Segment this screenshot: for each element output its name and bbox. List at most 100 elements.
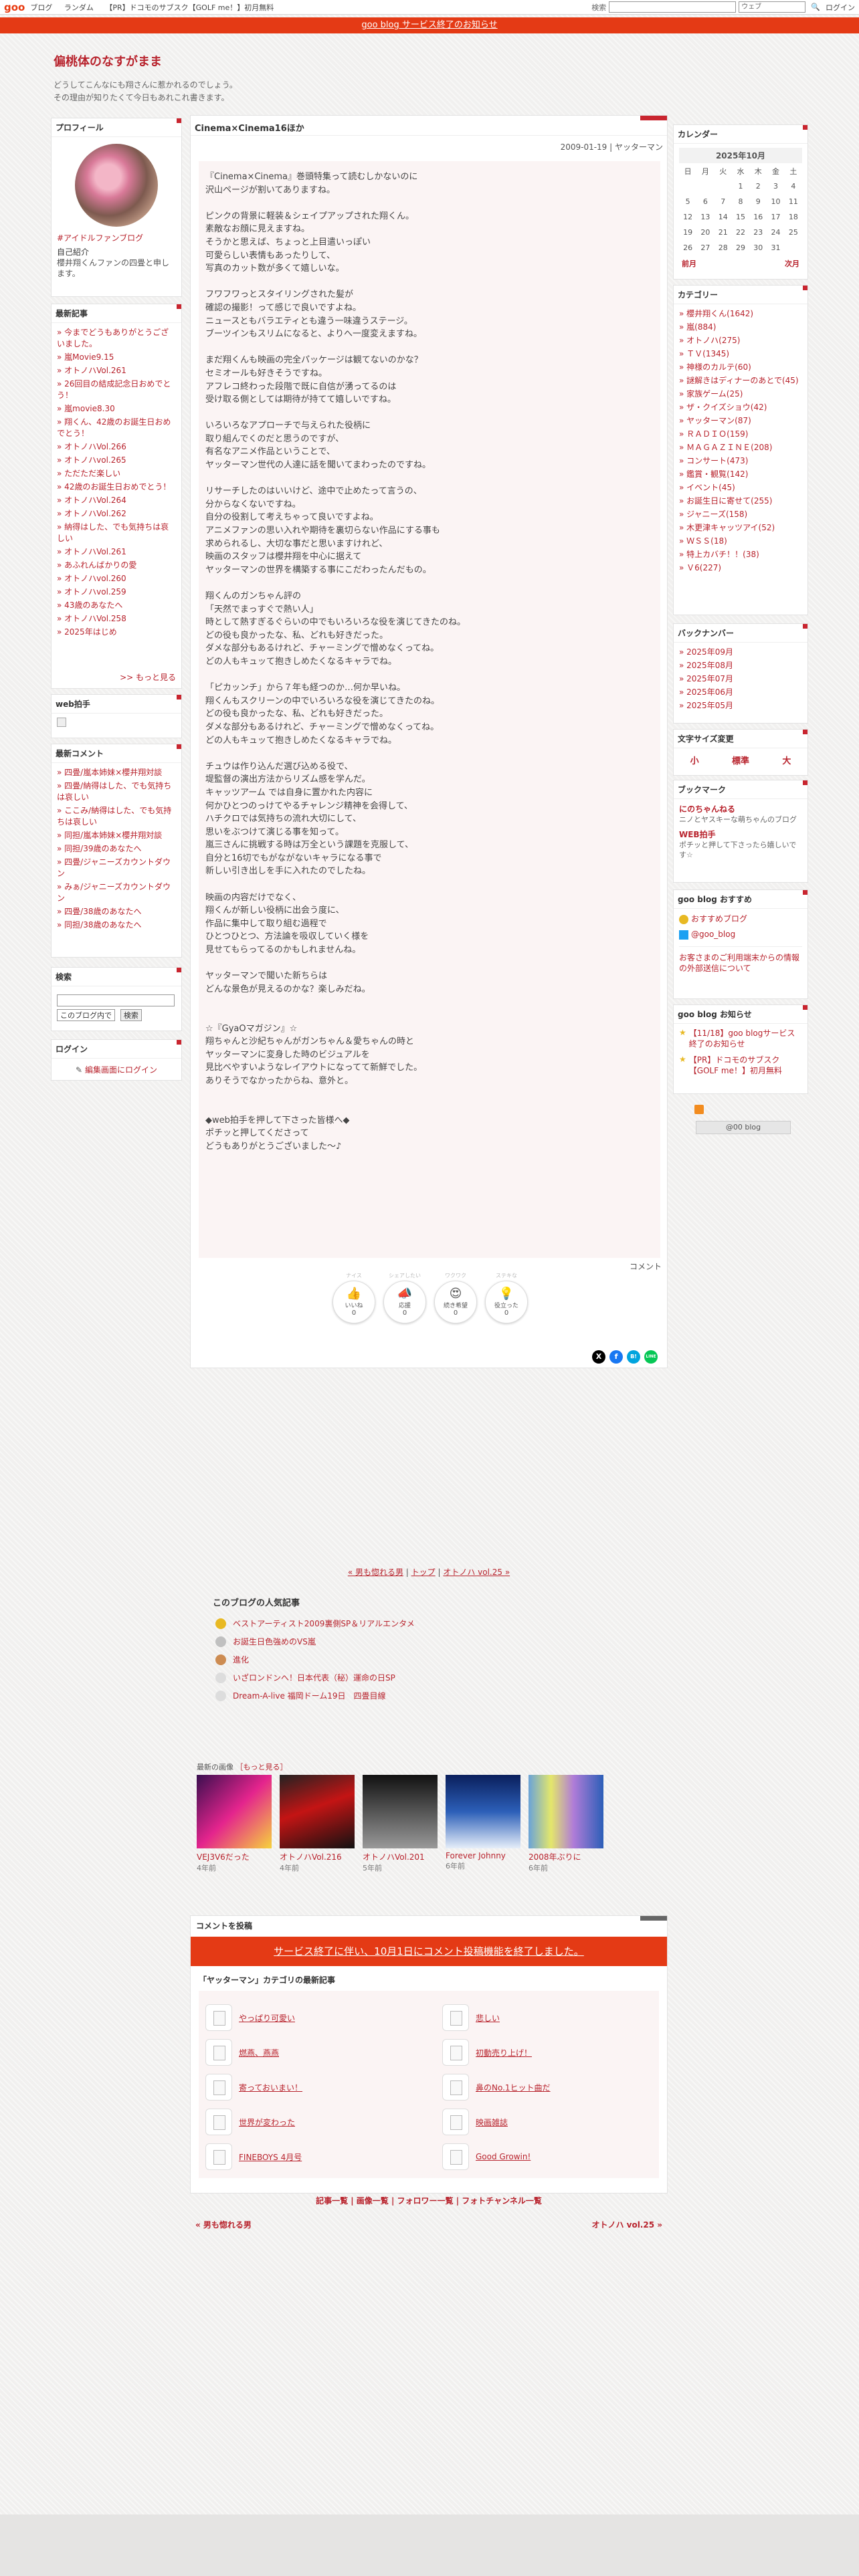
list-item[interactable]: オトノハvol.259 bbox=[57, 586, 176, 598]
list-item[interactable]: あふれんばかりの愛 bbox=[57, 560, 176, 571]
pager-next-link[interactable]: オトノハ vol.25 » bbox=[443, 1568, 510, 1577]
pager-top-link[interactable]: トップ bbox=[411, 1568, 436, 1577]
list-item[interactable]: 家族ゲーム(25) bbox=[679, 389, 802, 400]
comment-link[interactable]: コメント bbox=[630, 1261, 662, 1272]
font-size-small-button[interactable]: 小 bbox=[690, 754, 699, 766]
image-caption[interactable]: オトノハVol.201 bbox=[363, 1851, 438, 1862]
thumbnail-image[interactable] bbox=[529, 1775, 603, 1848]
calendar-next-link[interactable]: 次月 bbox=[785, 258, 799, 269]
line-share-icon[interactable]: LINE bbox=[644, 1350, 658, 1364]
list-item[interactable]: イベント(45) bbox=[679, 482, 802, 494]
list-item[interactable]: 悲しい bbox=[442, 2000, 652, 2035]
list-item[interactable]: 初動売り上げ！ bbox=[442, 2035, 652, 2070]
top-search-scope-select[interactable]: ウェブ bbox=[739, 1, 806, 13]
list-item[interactable]: Good Growin! bbox=[442, 2139, 652, 2174]
category-article-link[interactable]: 世界が変わった bbox=[239, 2117, 295, 2128]
list-item[interactable]: 進化 bbox=[198, 1654, 666, 1665]
image-caption[interactable]: オトノハVol.216 bbox=[280, 1851, 355, 1862]
category-article-link[interactable]: Good Growin! bbox=[476, 2152, 531, 2161]
service-end-notice[interactable]: goo blog サービス終了のお知らせ bbox=[0, 17, 859, 33]
top-link-random[interactable]: ランダム bbox=[64, 3, 94, 12]
x-share-icon[interactable]: X bbox=[592, 1350, 605, 1364]
notice-link[interactable]: 【PR】ドコモのサブスク【GOLF me！】初月無料 bbox=[689, 1055, 802, 1076]
list-item[interactable]: 鑑賞・観覧(142) bbox=[679, 469, 802, 480]
list-item[interactable]: ＴＶ(1345) bbox=[679, 348, 802, 360]
list-item[interactable]: Dream-A-live 福岡ドーム19日 四畳目線 bbox=[198, 1690, 666, 1701]
list-item[interactable]: 四畳/嵐本姉妹×櫻井翔対談 bbox=[57, 767, 176, 778]
image-card[interactable]: Forever Johnny 6年前 bbox=[446, 1775, 520, 1873]
category-article-link[interactable]: 映画雑誌 bbox=[476, 2117, 508, 2128]
list-item[interactable]: コンサート(473) bbox=[679, 455, 802, 467]
footer-next-link[interactable]: オトノハ vol.25 » bbox=[591, 2219, 662, 2230]
comment-closed-notice[interactable]: サービス終了に伴い、10月1日にコメント投稿機能を終了しました。 bbox=[191, 1937, 667, 1966]
list-item[interactable]: ザ・クイズショウ(42) bbox=[679, 402, 802, 413]
list-item[interactable]: Ｖ6(227) bbox=[679, 562, 802, 574]
list-item[interactable]: 特上カバチ！！(38) bbox=[679, 549, 802, 560]
list-item[interactable]: やっぱり可愛い bbox=[205, 2000, 415, 2035]
popular-link[interactable]: お誕生日色強めのVS嵐 bbox=[233, 1636, 316, 1647]
list-item[interactable]: ＭＡＧＡＺＩＮＥ(208) bbox=[679, 442, 802, 453]
list-item[interactable]: 寄っておいまい！ bbox=[205, 2070, 415, 2105]
recommend-blog-link[interactable]: おすすめブログ bbox=[691, 914, 747, 924]
list-item[interactable]: オトノハVol.261 bbox=[57, 546, 176, 558]
list-item[interactable]: お誕生日色強めのVS嵐 bbox=[198, 1636, 666, 1647]
popular-link[interactable]: いざロンドンへ！日本代表（秘）運命の日SP bbox=[233, 1672, 395, 1683]
list-item[interactable]: 2025年07月 bbox=[679, 673, 802, 685]
list-item[interactable]: 四畳/38歳のあなたへ bbox=[57, 906, 176, 918]
reaction-like-button[interactable]: ナイス 👍 いいね 0 bbox=[332, 1273, 375, 1323]
pager-prev-link[interactable]: « 男も惚れる男 bbox=[348, 1568, 403, 1577]
list-item[interactable]: FINEBOYS 4月号 bbox=[205, 2139, 415, 2174]
list-item[interactable]: ＷＳＳ(18) bbox=[679, 536, 802, 547]
reaction-more-button[interactable]: ワクワク 😍 続き希望 0 bbox=[434, 1273, 477, 1323]
article-meta[interactable]: 2009-01-19 | ヤッターマン bbox=[561, 141, 663, 152]
list-item[interactable]: 翔くん、42歳のお誕生日おめでとう！ bbox=[57, 417, 176, 439]
list-item[interactable]: 同担/嵐本姉妹×櫻井翔対談 bbox=[57, 830, 176, 841]
recent-posts-more[interactable]: >> もっと見る bbox=[120, 671, 176, 683]
list-item[interactable]: 映画雑誌 bbox=[442, 2105, 652, 2139]
recent-images-more[interactable]: ［もっと見る］ bbox=[236, 1763, 288, 1772]
list-item[interactable]: オトノハvol.260 bbox=[57, 573, 176, 584]
list-item[interactable]: みぁ/ジャニーズカウントダウン bbox=[57, 881, 176, 904]
category-article-link[interactable]: 鼻のNo.1ヒット曲だ bbox=[476, 2082, 551, 2093]
category-article-link[interactable]: 寄っておいまい！ bbox=[239, 2082, 302, 2093]
list-item[interactable]: 神様のカルテ(60) bbox=[679, 362, 802, 373]
list-item[interactable]: ここみ/納得はした、でも気持ちは哀しい bbox=[57, 805, 176, 828]
popular-link[interactable]: ベストアーティスト2009裏側SP＆リアルエンタメ bbox=[233, 1618, 415, 1629]
image-card[interactable]: VEJ3V6だった 4年前 bbox=[197, 1775, 272, 1873]
list-item[interactable]: 嵐movie8.30 bbox=[57, 403, 176, 415]
goo-blog-badge[interactable]: @00 blog bbox=[696, 1121, 791, 1134]
thumbnail-image[interactable] bbox=[197, 1775, 272, 1848]
goo-logo[interactable]: goo bbox=[4, 1, 25, 13]
top-link-blog[interactable]: ブログ bbox=[30, 3, 52, 12]
list-item[interactable]: 四畳/納得はした、でも気持ちは哀しい bbox=[57, 780, 176, 803]
list-item[interactable]: オトノハVol.258 bbox=[57, 613, 176, 625]
image-card[interactable]: オトノハVol.201 5年前 bbox=[363, 1775, 438, 1873]
bookmark-link[interactable]: にのちゃんねる bbox=[679, 803, 802, 815]
category-article-link[interactable]: FINEBOYS 4月号 bbox=[239, 2151, 302, 2163]
image-caption[interactable]: VEJ3V6だった bbox=[197, 1851, 272, 1862]
list-item[interactable]: 納得はした、でも気持ちは哀しい bbox=[57, 522, 176, 544]
list-item[interactable]: 43歳のあなたへ bbox=[57, 600, 176, 611]
thumbnail-image[interactable] bbox=[446, 1775, 520, 1848]
list-item[interactable]: 謎解きはディナーのあとで(45) bbox=[679, 375, 802, 387]
list-item[interactable]: 2025年06月 bbox=[679, 687, 802, 698]
article-title[interactable]: Cinema×Cinema16ほか bbox=[191, 116, 667, 139]
list-item[interactable]: 嵐(884) bbox=[679, 322, 802, 333]
list-item[interactable]: 2025年はじめ bbox=[57, 627, 176, 638]
top-search-input[interactable] bbox=[609, 1, 737, 13]
list-item[interactable]: 42歳のお誕生日おめでとう！ bbox=[57, 481, 176, 493]
list-item[interactable]: 四畳/ジャニーズカウントダウン bbox=[57, 857, 176, 879]
blog-search-scope-select[interactable]: このブログ内で bbox=[57, 1009, 115, 1021]
list-item[interactable]: オトノハvol.265 bbox=[57, 455, 176, 466]
list-item[interactable]: 鼻のNo.1ヒット曲だ bbox=[442, 2070, 652, 2105]
list-item[interactable]: 2025年09月 bbox=[679, 647, 802, 658]
list-item[interactable]: いざロンドンへ！日本代表（秘）運命の日SP bbox=[198, 1672, 666, 1683]
list-item[interactable]: 燃燕、燕燕 bbox=[205, 2035, 415, 2070]
external-transmission-notice[interactable]: お客さまのご利用端末からの情報の外部送信について bbox=[679, 946, 802, 974]
thumbnail-image[interactable] bbox=[280, 1775, 355, 1848]
login-link[interactable]: ログイン bbox=[826, 2, 855, 13]
reaction-helpful-button[interactable]: ステキな 💡 役立った 0 bbox=[485, 1273, 528, 1323]
list-item[interactable]: 2025年05月 bbox=[679, 700, 802, 712]
bookmark-link[interactable]: WEB拍手 bbox=[679, 829, 802, 840]
footer-links[interactable]: 記事一覧 | 画像一覧 | フォロワー一覧 | フォトチャンネル一覧 bbox=[190, 2195, 668, 2206]
